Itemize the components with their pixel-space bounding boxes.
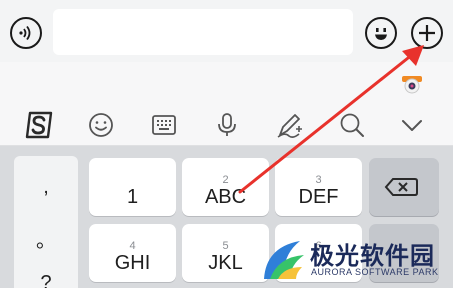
collapse-icon[interactable]	[397, 110, 427, 140]
sogou-logo-icon[interactable]	[24, 110, 54, 140]
key-ghi[interactable]: 4 GHI	[89, 224, 176, 282]
key-number: 2	[222, 174, 229, 186]
chat-input-bar	[0, 0, 453, 62]
backspace-icon	[384, 178, 418, 196]
plus-button[interactable]	[411, 17, 443, 49]
smiley-emoji-icon	[375, 28, 387, 40]
ime-toolbar	[0, 102, 453, 146]
key-number: 6	[315, 240, 322, 252]
emoji-icon[interactable]	[86, 110, 116, 140]
punctuation-column[interactable]: , 。 ?	[14, 156, 78, 288]
key-label: JKL	[208, 252, 243, 274]
ime-candidate-area	[0, 62, 453, 102]
t9-keyboard: , 。 ? 1 2 ABC 3 DEF 4 GHI 5 JKL 6	[0, 146, 453, 288]
punct-question[interactable]: ?	[14, 272, 78, 288]
emoji-button[interactable]	[365, 17, 397, 49]
key-mno[interactable]: 6	[275, 224, 362, 282]
key-label: GHI	[114, 252, 151, 274]
plus-icon	[419, 25, 435, 41]
key-label: ABC	[204, 186, 247, 208]
backspace-key[interactable]	[369, 158, 439, 216]
search-icon[interactable]	[337, 110, 367, 140]
key-1[interactable]: 1	[89, 158, 176, 216]
key-number: 5	[222, 240, 229, 252]
key-abc[interactable]: 2 ABC	[182, 158, 269, 216]
key-def[interactable]: 3 DEF	[275, 158, 362, 216]
keyboard-icon[interactable]	[149, 110, 179, 140]
key-number: 3	[315, 174, 322, 186]
key-jkl[interactable]: 5 JKL	[182, 224, 269, 282]
key-dark-bottom[interactable]	[369, 224, 439, 282]
voice-icon	[19, 25, 31, 41]
message-input[interactable]	[53, 9, 353, 55]
sticker-icon[interactable]	[400, 71, 424, 95]
key-label: 1	[126, 186, 139, 208]
key-number: 4	[129, 240, 136, 252]
punct-comma[interactable]: ,	[14, 176, 78, 199]
punct-period[interactable]: 。	[14, 224, 78, 253]
voice-button[interactable]	[10, 17, 42, 49]
handwriting-icon[interactable]	[275, 110, 305, 140]
microphone-icon[interactable]	[212, 110, 242, 140]
key-label: DEF	[298, 186, 339, 208]
